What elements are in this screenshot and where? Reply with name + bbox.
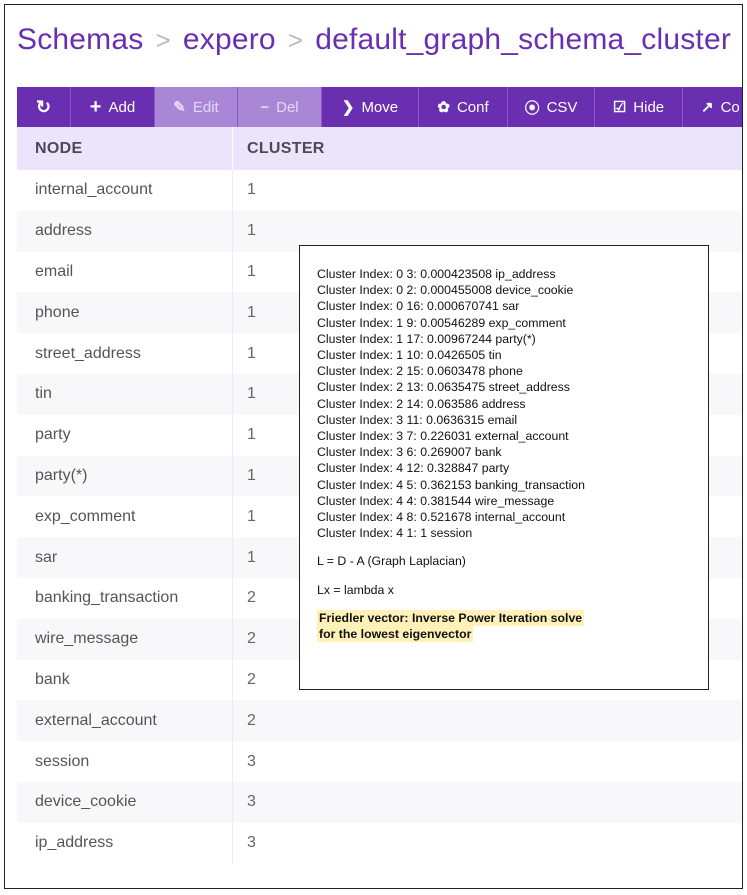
breadcrumb-schema: default_graph_schema_cluster bbox=[315, 23, 732, 56]
cluster-index-line: Cluster Index: 2 14: 0.063586 address bbox=[317, 396, 526, 411]
app-frame: Schemas > expero > default_graph_schema_clus… bbox=[4, 4, 743, 889]
cluster-cell: 1 bbox=[247, 181, 256, 199]
node-cell: sar bbox=[17, 537, 233, 578]
node-cell: tin bbox=[17, 373, 233, 415]
eigen-formula: Lx = lambda x bbox=[317, 582, 394, 597]
cluster-cell: 1 bbox=[247, 344, 256, 362]
table-row[interactable]: internal_account 1 bbox=[17, 170, 742, 211]
delete-button[interactable]: − Del bbox=[238, 87, 322, 127]
node-cell: street_address bbox=[17, 333, 233, 374]
cluster-index-line: Cluster Index: 3 11: 0.0636315 email bbox=[317, 412, 518, 427]
cluster-cell: 1 bbox=[247, 548, 256, 566]
co-button[interactable]: ↗ Co bbox=[683, 87, 742, 127]
cluster-index-line: Cluster Index: 2 15: 0.0603478 phone bbox=[317, 364, 523, 379]
cluster-cell: 2 bbox=[247, 589, 256, 607]
cluster-index-line: Cluster Index: 1 9: 0.00546289 exp_comme… bbox=[317, 315, 566, 330]
node-cell: exp_comment bbox=[17, 496, 233, 538]
node-cell: ip_address bbox=[17, 822, 233, 864]
cluster-index-line: Cluster Index: 4 12: 0.328847 party bbox=[317, 461, 510, 476]
conf-button[interactable]: ✿ Conf bbox=[419, 87, 508, 127]
cluster-index-line: Cluster Index: 2 13: 0.0635475 street_ad… bbox=[317, 380, 570, 395]
column-header-cluster[interactable]: CLUSTER bbox=[233, 140, 325, 158]
csv-button[interactable]: ⦿ CSV bbox=[508, 87, 595, 127]
minus-icon: − bbox=[260, 98, 270, 116]
move-button-label: Move bbox=[361, 98, 399, 116]
table-row[interactable]: session 3 bbox=[17, 741, 742, 782]
fiedler-note-line-2: for the lowest eigenvector bbox=[317, 626, 474, 643]
cluster-index-line: Cluster Index: 1 10: 0.0426505 tin bbox=[317, 348, 502, 363]
cluster-index-line: Cluster Index: 4 8: 0.521678 internal_ac… bbox=[317, 510, 566, 525]
checkbox-icon: ☑ bbox=[612, 99, 627, 116]
cluster-index-line: Cluster Index: 4 1: 1 session bbox=[317, 526, 473, 541]
cluster-index-list: Cluster Index: 0 3: 0.000423508 ip_addre… bbox=[317, 266, 692, 541]
node-cell: address bbox=[17, 210, 233, 252]
cluster-cell: 2 bbox=[247, 670, 256, 688]
cluster-index-line: Cluster Index: 0 2: 0.000455008 device_c… bbox=[317, 283, 574, 298]
cluster-index-line: Cluster Index: 4 5: 0.362153 banking_tra… bbox=[317, 477, 585, 492]
arrow-icon: ↗ bbox=[701, 99, 714, 116]
hide-button-label: Hide bbox=[633, 98, 665, 116]
cluster-cell: 1 bbox=[247, 507, 256, 525]
node-cell: wire_message bbox=[17, 618, 233, 660]
node-cell: party(*) bbox=[17, 455, 233, 497]
cluster-index-line: Cluster Index: 1 17: 0.00967244 party(*) bbox=[317, 331, 536, 346]
add-button-label: Add bbox=[108, 98, 136, 116]
node-cell: party bbox=[17, 414, 233, 456]
cluster-cell: 1 bbox=[247, 466, 256, 484]
node-cell: session bbox=[17, 741, 233, 782]
node-cell: external_account bbox=[17, 700, 233, 742]
fiedler-note-line-1: Friedler vector: Inverse Power Iteration… bbox=[317, 609, 585, 626]
plus-icon: + bbox=[89, 95, 102, 118]
csv-button-label: CSV bbox=[546, 98, 578, 116]
chevron-right-icon: > bbox=[155, 25, 171, 55]
chevron-right-icon: ❯ bbox=[341, 99, 355, 116]
toolbar: ↻ + Add ✎ Edit − Del ❯ Move ✿ Conf ⦿ CSV… bbox=[17, 87, 742, 127]
cluster-index-line: Cluster Index: 3 7: 0.226031 external_ac… bbox=[317, 429, 569, 444]
hide-button[interactable]: ☑ Hide bbox=[595, 87, 683, 127]
cluster-cell: 3 bbox=[247, 834, 256, 852]
node-cell: internal_account bbox=[17, 170, 233, 211]
add-button[interactable]: + Add bbox=[71, 87, 155, 127]
node-cell: phone bbox=[17, 292, 233, 334]
node-cell: device_cookie bbox=[17, 781, 233, 823]
cluster-cell: 3 bbox=[247, 793, 256, 811]
cluster-cell: 1 bbox=[247, 426, 256, 444]
cluster-index-line: Cluster Index: 0 16: 0.000670741 sar bbox=[317, 299, 520, 314]
download-icon: ⦿ bbox=[524, 99, 540, 117]
move-button[interactable]: ❯ Move bbox=[322, 87, 419, 127]
table-header: NODE CLUSTER bbox=[17, 127, 742, 170]
cluster-index-line: Cluster Index: 0 3: 0.000423508 ip_addre… bbox=[317, 267, 556, 281]
breadcrumb: Schemas > expero > default_graph_schema_clus… bbox=[17, 23, 731, 57]
laplacian-formula: L = D - A (Graph Laplacian) bbox=[317, 554, 466, 569]
cluster-cell: 1 bbox=[247, 262, 256, 280]
cluster-index-line: Cluster Index: 3 6: 0.269007 bank bbox=[317, 445, 502, 460]
edit-button-label: Edit bbox=[192, 98, 219, 116]
breadcrumb-expero[interactable]: expero bbox=[183, 23, 276, 56]
table-row[interactable]: ip_address 3 bbox=[17, 822, 742, 864]
pencil-icon: ✎ bbox=[173, 99, 186, 116]
table-row[interactable]: external_account 2 bbox=[17, 700, 742, 742]
cluster-cell: 2 bbox=[247, 711, 256, 729]
edit-button[interactable]: ✎ Edit bbox=[155, 87, 238, 127]
cluster-cell: 1 bbox=[247, 303, 256, 321]
cluster-info-overlay: Cluster Index: 0 3: 0.000423508 ip_addre… bbox=[299, 245, 709, 690]
delete-button-label: Del bbox=[276, 98, 299, 116]
node-cell: bank bbox=[17, 659, 233, 701]
cluster-cell: 3 bbox=[247, 752, 256, 770]
cluster-cell: 1 bbox=[247, 222, 256, 240]
refresh-icon: ↻ bbox=[35, 96, 52, 117]
node-cell: email bbox=[17, 251, 233, 293]
gear-icon: ✿ bbox=[437, 99, 450, 116]
cluster-cell: 2 bbox=[247, 630, 256, 648]
co-button-label: Co bbox=[720, 98, 740, 116]
table-row[interactable]: device_cookie 3 bbox=[17, 781, 742, 823]
refresh-button[interactable]: ↻ bbox=[17, 87, 71, 127]
chevron-right-icon: > bbox=[287, 25, 304, 55]
cluster-index-line: Cluster Index: 4 4: 0.381544 wire_messag… bbox=[317, 493, 555, 508]
node-cell: banking_transaction bbox=[17, 577, 233, 619]
column-header-node[interactable]: NODE bbox=[17, 127, 233, 170]
cluster-cell: 1 bbox=[247, 385, 256, 403]
conf-button-label: Conf bbox=[456, 98, 489, 116]
breadcrumb-schemas[interactable]: Schemas bbox=[17, 23, 143, 56]
